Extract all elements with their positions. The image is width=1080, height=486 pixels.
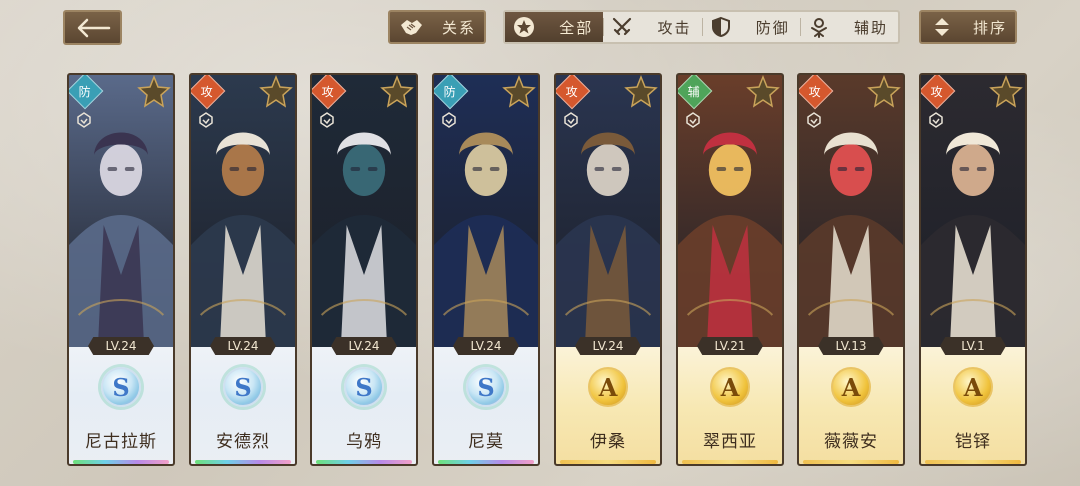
equipment-ring-icon [686,112,700,128]
star-icon [502,75,536,108]
card-footer-bar [560,460,656,464]
level-label: LV.24 [210,337,276,355]
rank-badge: S [344,367,384,407]
equipment-ring-icon [807,112,821,128]
rank-badge: S [223,367,263,407]
role-label: 攻 [930,84,944,99]
star-icon [746,75,780,108]
character-card-list: 防 LV.24 S 尼古拉斯 攻 LV.24 S 安德烈 攻 LV.24 S 乌鸦 防 LV.24 S 尼莫 攻… [67,73,1027,466]
equipment-ring-icon [929,112,943,128]
role-label: 攻 [808,84,822,99]
back-button[interactable] [63,10,122,45]
tab-support[interactable]: 辅助 [799,12,898,42]
star-icon [624,75,658,108]
card-footer-bar [925,460,1021,464]
character-card[interactable]: 攻 LV.1 A 铠铎 [919,73,1027,466]
character-card[interactable]: 攻 LV.24 S 安德烈 [189,73,297,466]
rank-badge: A [953,367,993,407]
card-footer-bar [803,460,899,464]
shield-icon [711,16,730,38]
character-card[interactable]: 防 LV.24 S 尼莫 [432,73,540,466]
rank-badge: A [588,367,628,407]
support-icon [810,18,827,38]
star-icon [380,75,414,108]
rank-badge: A [710,367,750,407]
rank-badge: S [101,367,141,407]
character-card[interactable]: 防 LV.24 S 尼古拉斯 [67,73,175,466]
tab-attack-label: 攻击 [657,18,692,37]
role-label: 攻 [200,84,214,99]
star-icon [259,75,293,108]
level-label: LV.21 [697,337,763,355]
level-label: LV.24 [453,337,519,355]
role-label: 防 [78,84,92,99]
filter-tabs: 全部 攻击 防御 辅助 [503,10,900,44]
relation-label: 关系 [442,18,477,37]
star-icon [867,75,901,108]
back-arrow-icon [77,18,110,37]
star-circle-icon [514,17,534,37]
equipment-ring-icon [442,112,456,128]
role-label: 防 [443,84,457,99]
card-footer-bar [438,460,534,464]
tab-defense[interactable]: 防御 [701,12,800,42]
character-name: 尼莫 [468,432,504,452]
level-label: LV.24 [88,337,154,355]
level-label: LV.24 [331,337,397,355]
character-card[interactable]: 辅 LV.21 A 翠西亚 [676,73,784,466]
character-name: 薇薇安 [824,432,878,452]
level-label: LV.1 [940,337,1006,355]
equipment-ring-icon [199,112,213,128]
star-icon [137,75,171,108]
character-card[interactable]: 攻 LV.24 S 乌鸦 [310,73,418,466]
relation-button[interactable]: 关系 [388,10,486,44]
role-label: 攻 [321,84,335,99]
role-label: 攻 [565,84,579,99]
equipment-ring-icon [77,112,91,128]
card-footer-bar [682,460,778,464]
card-footer-bar [316,460,412,464]
character-name: 尼古拉斯 [85,432,157,452]
card-footer-bar [195,460,291,464]
character-name: 乌鸦 [346,432,382,452]
character-name: 翠西亚 [703,432,757,452]
tab-support-label: 辅助 [853,18,888,37]
tab-all-label: 全部 [559,18,594,37]
character-name: 伊桑 [590,432,626,452]
character-name: 安德烈 [216,432,270,452]
star-icon [989,75,1023,108]
character-card[interactable]: 攻 LV.24 A 伊桑 [554,73,662,466]
character-name: 铠铎 [955,432,991,452]
tab-defense-label: 防御 [755,18,790,37]
level-label: LV.24 [575,337,641,355]
equipment-ring-icon [564,112,578,128]
crossed-swords-icon [613,17,632,36]
sort-arrows-icon [935,18,949,36]
sort-label: 排序 [973,18,1008,37]
rank-badge: A [831,367,871,407]
equipment-ring-icon [320,112,334,128]
card-footer-bar [73,460,169,464]
character-card[interactable]: 攻 LV.13 A 薇薇安 [797,73,905,466]
tab-all[interactable]: 全部 [505,12,604,42]
level-label: LV.13 [818,337,884,355]
role-label: 辅 [687,84,701,99]
tab-attack[interactable]: 攻击 [603,12,701,42]
handshake-icon [401,20,422,35]
rank-badge: S [466,367,506,407]
sort-button[interactable]: 排序 [919,10,1017,44]
